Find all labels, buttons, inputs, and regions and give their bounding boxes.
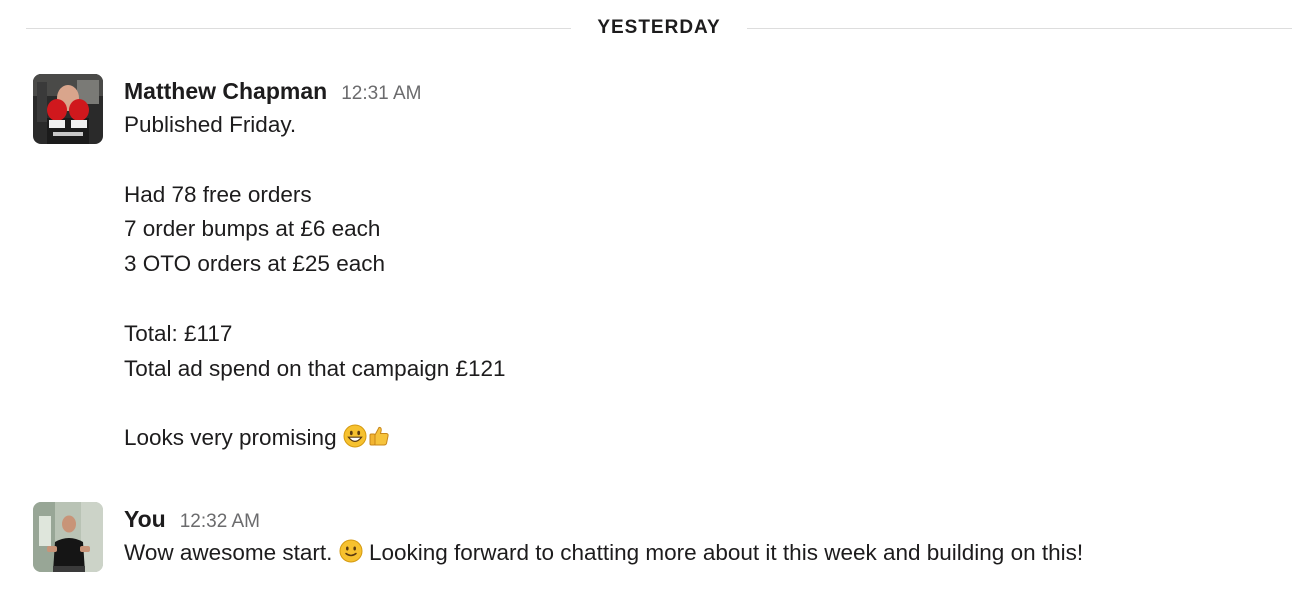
- avatar-matthew-chapman[interactable]: [33, 74, 103, 144]
- message-content: You 12:32 AM Wow awesome start. Looking …: [124, 502, 1272, 574]
- message-content: Matthew Chapman 12:31 AM Published Frida…: [124, 74, 1272, 459]
- slightly-smiling-face-emoji-icon: [339, 539, 363, 574]
- date-divider: YESTERDAY: [26, 14, 1292, 42]
- message-header: You 12:32 AM: [124, 502, 1272, 536]
- presenter-photo-avatar-icon: [33, 502, 103, 572]
- message-line-text: Looks very promising: [124, 425, 337, 451]
- message-timestamp[interactable]: 12:31 AM: [341, 77, 421, 111]
- message-line: Published Friday.: [124, 112, 297, 137]
- avatar-you[interactable]: [33, 502, 103, 572]
- message-timestamp[interactable]: 12:32 AM: [180, 505, 260, 539]
- message-line: 3 OTO orders at £25 each: [124, 251, 385, 277]
- message-body: Published Friday. Had 78 free orders 7 o…: [124, 108, 1272, 459]
- message-line-with-emoji: Looks very promising: [124, 421, 1272, 459]
- message-text-before: Wow awesome start.: [124, 540, 333, 565]
- sender-name[interactable]: Matthew Chapman: [124, 74, 327, 108]
- grinning-face-emoji-icon: [343, 424, 367, 459]
- thumbs-up-emoji-icon: [367, 424, 391, 459]
- message-line: Had 78 free orders: [124, 181, 312, 207]
- message-line-with-emoji: Wow awesome start. Looking forward to ch…: [124, 536, 1272, 574]
- message-line: [124, 386, 1272, 421]
- message: You 12:32 AM Wow awesome start. Looking …: [33, 502, 1272, 574]
- message-line: 7 order bumps at £6 each: [124, 216, 381, 242]
- message-line: [124, 143, 1272, 178]
- message-line: Total ad spend on that campaign £121: [124, 355, 506, 381]
- message: Matthew Chapman 12:31 AM Published Frida…: [33, 74, 1272, 459]
- message-line: [124, 282, 1272, 317]
- divider-line-left: [26, 27, 572, 29]
- message-line: Total: £117: [124, 320, 233, 346]
- sender-name[interactable]: You: [124, 502, 166, 536]
- message-body: Wow awesome start. Looking forward to ch…: [124, 536, 1272, 574]
- boxer-photo-avatar-icon: [33, 74, 103, 144]
- message-header: Matthew Chapman 12:31 AM: [124, 74, 1272, 108]
- date-divider-label: YESTERDAY: [597, 17, 721, 38]
- message-text-after: Looking forward to chatting more about i…: [368, 540, 1084, 565]
- divider-line-right: [746, 27, 1292, 29]
